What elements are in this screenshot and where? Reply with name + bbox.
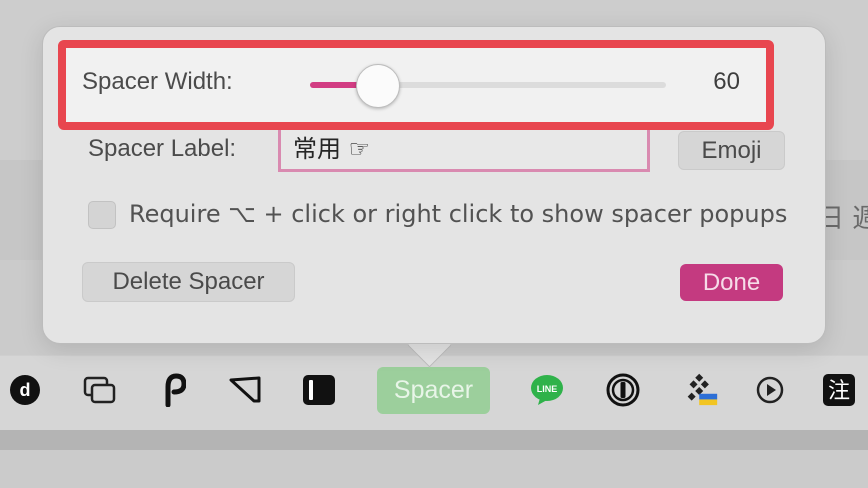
line-icon[interactable]: LINE: [530, 372, 564, 408]
menu-bar-divider: [0, 430, 868, 450]
spacer-item[interactable]: Spacer: [377, 367, 490, 414]
windows-icon[interactable]: [83, 372, 117, 408]
d-icon[interactable]: d: [8, 372, 42, 408]
chinese-icon-text: 注: [828, 379, 850, 404]
menu-bar-floor: [0, 450, 868, 488]
emoji-button[interactable]: Emoji: [678, 131, 785, 170]
require-option-checkbox[interactable]: [88, 201, 116, 229]
grid-flag-icon[interactable]: [686, 372, 720, 408]
delete-spacer-button[interactable]: Delete Spacer: [82, 262, 295, 302]
spacer-width-label: Spacer Width:: [82, 68, 233, 95]
spacer-width-value: 60: [713, 68, 740, 95]
done-button[interactable]: Done: [680, 264, 783, 301]
slider-knob[interactable]: [356, 64, 400, 108]
spacer-label-input[interactable]: 常用 ☞: [278, 130, 650, 172]
1password-icon[interactable]: [606, 372, 640, 408]
require-option-label: Require ⌥ + click or right click to show…: [129, 200, 788, 228]
p-icon[interactable]: [156, 372, 190, 408]
chinese-icon[interactable]: 注: [822, 372, 856, 408]
spacer-label-label: Spacer Label:: [88, 135, 237, 162]
line-icon-text: LINE: [537, 384, 558, 394]
shape-icon[interactable]: [228, 372, 262, 408]
d-icon-letter: d: [20, 380, 31, 400]
play-icon[interactable]: [753, 372, 787, 408]
sidebar-icon[interactable]: [302, 372, 336, 408]
